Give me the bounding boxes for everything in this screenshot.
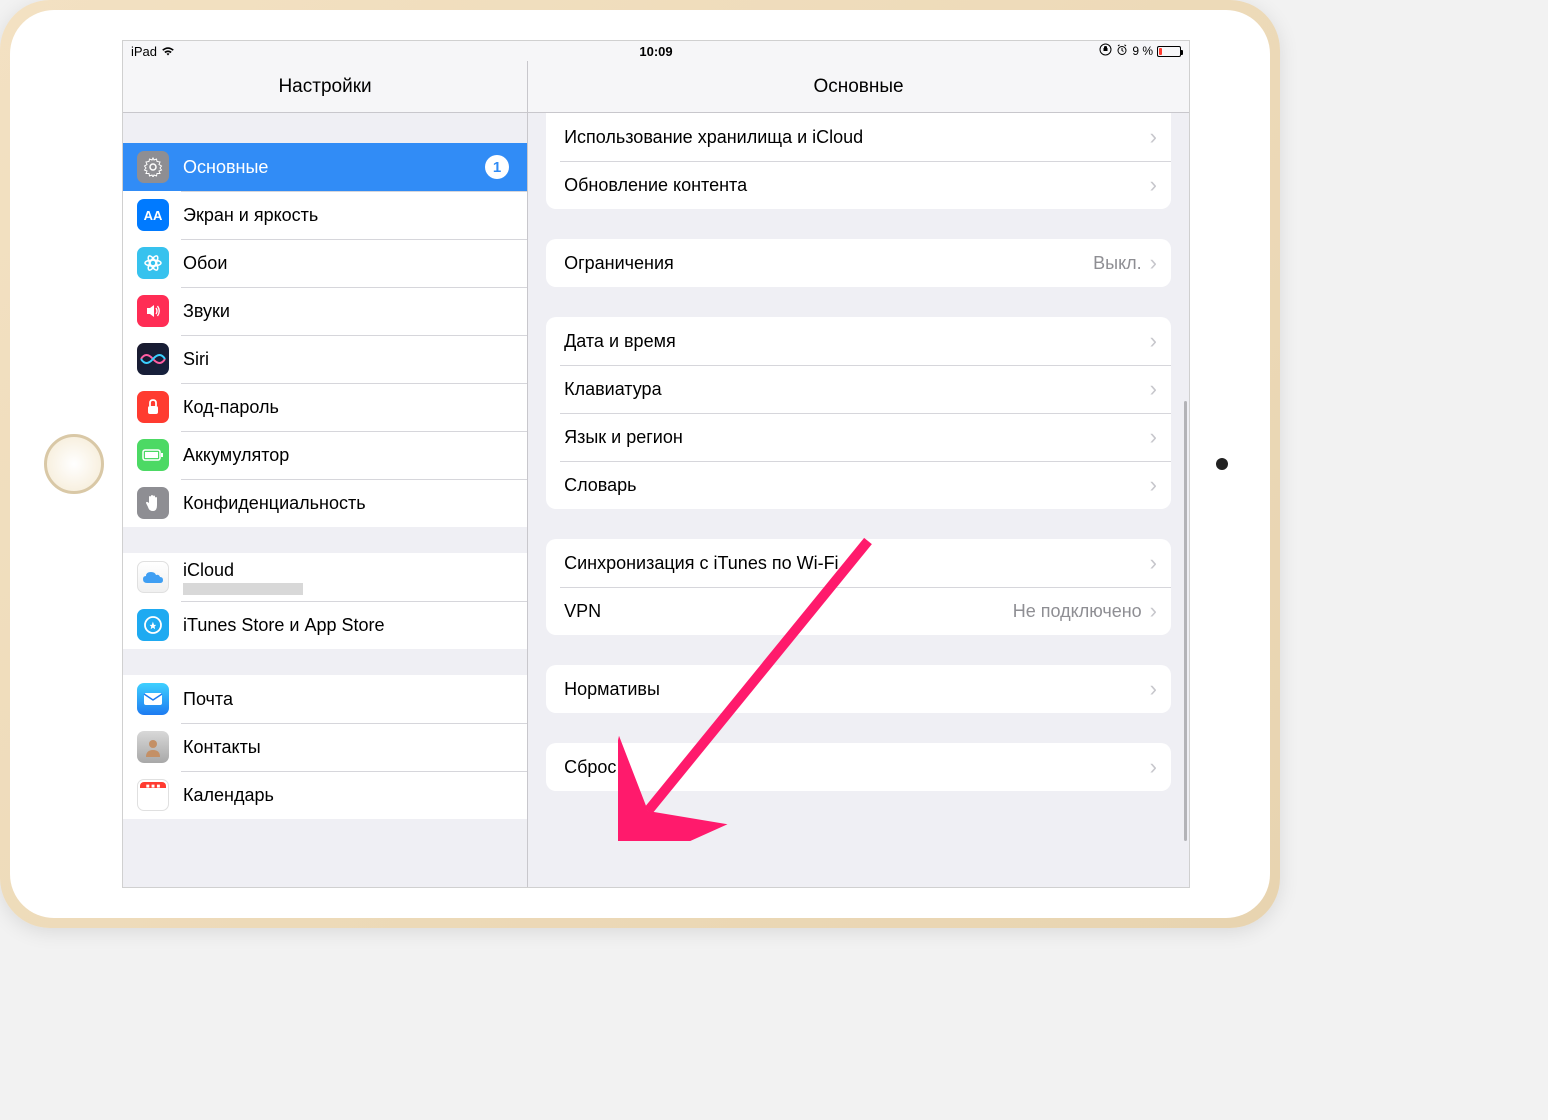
detail-item-value: Не подключено bbox=[1013, 601, 1142, 622]
contacts-icon bbox=[137, 731, 169, 763]
status-bar: iPad 10:09 9 % bbox=[123, 41, 1189, 61]
appstore-icon bbox=[137, 609, 169, 641]
detail-item-language[interactable]: Язык и регион › bbox=[546, 413, 1171, 461]
sidebar-item-general[interactable]: Основные 1 bbox=[123, 143, 527, 191]
detail-item-label: Сброс bbox=[564, 757, 1150, 778]
chevron-right-icon: › bbox=[1150, 600, 1157, 622]
ipad-bezel: iPad 10:09 9 % bbox=[10, 10, 1270, 918]
device-label: iPad bbox=[131, 44, 157, 59]
ipad-frame: iPad 10:09 9 % bbox=[0, 0, 1280, 928]
sidebar-item-label: Siri bbox=[183, 349, 513, 370]
icloud-account-blur bbox=[183, 583, 303, 595]
sidebar-item-label: Код-пароль bbox=[183, 397, 513, 418]
detail-item-reset[interactable]: Сброс › bbox=[546, 743, 1171, 791]
sidebar-item-calendar[interactable]: ■ ■ ■ Календарь bbox=[123, 771, 527, 819]
siri-icon bbox=[137, 343, 169, 375]
cloud-icon bbox=[137, 561, 169, 593]
wallpaper-icon bbox=[137, 247, 169, 279]
detail-item-regulatory[interactable]: Нормативы › bbox=[546, 665, 1171, 713]
sidebar-item-label: iTunes Store и App Store bbox=[183, 615, 513, 636]
sidebar-item-label: Обои bbox=[183, 253, 513, 274]
chevron-right-icon: › bbox=[1150, 330, 1157, 352]
detail-item-label: Дата и время bbox=[564, 331, 1150, 352]
scroll-indicator[interactable] bbox=[1184, 401, 1187, 841]
detail-item-label: Ограничения bbox=[564, 253, 1093, 274]
display-icon: AA bbox=[137, 199, 169, 231]
battery-pct: 9 % bbox=[1132, 44, 1153, 58]
screen: iPad 10:09 9 % bbox=[122, 40, 1190, 888]
detail-item-storage[interactable]: Использование хранилища и iCloud › bbox=[546, 113, 1171, 161]
sidebar-item-label: Конфиденциальность bbox=[183, 493, 513, 514]
sidebar-item-passcode[interactable]: Код-пароль bbox=[123, 383, 527, 431]
detail-item-restrictions[interactable]: Ограничения Выкл. › bbox=[546, 239, 1171, 287]
chevron-right-icon: › bbox=[1150, 378, 1157, 400]
hand-icon bbox=[137, 487, 169, 519]
detail-item-label: Обновление контента bbox=[564, 175, 1150, 196]
sidebar-item-siri[interactable]: Siri bbox=[123, 335, 527, 383]
home-button[interactable] bbox=[44, 434, 104, 494]
sidebar-item-sounds[interactable]: Звуки bbox=[123, 287, 527, 335]
detail-title: Основные bbox=[528, 61, 1189, 113]
front-camera bbox=[1216, 458, 1228, 470]
detail-item-keyboard[interactable]: Клавиатура › bbox=[546, 365, 1171, 413]
sounds-icon bbox=[137, 295, 169, 327]
chevron-right-icon: › bbox=[1150, 174, 1157, 196]
sidebar-item-label: Звуки bbox=[183, 301, 513, 322]
chevron-right-icon: › bbox=[1150, 552, 1157, 574]
sidebar-item-label: Основные bbox=[183, 157, 485, 178]
sidebar-item-label: Почта bbox=[183, 689, 513, 710]
gear-icon bbox=[137, 151, 169, 183]
alarm-icon bbox=[1116, 44, 1128, 59]
detail-item-label: Использование хранилища и iCloud bbox=[564, 127, 1150, 148]
calendar-icon: ■ ■ ■ bbox=[137, 779, 169, 811]
detail-item-dictionary[interactable]: Словарь › bbox=[546, 461, 1171, 509]
detail-item-label: Синхронизация с iTunes по Wi-Fi bbox=[564, 553, 1150, 574]
sidebar-item-contacts[interactable]: Контакты bbox=[123, 723, 527, 771]
sidebar-title: Настройки bbox=[123, 61, 527, 113]
sidebar-item-label: Календарь bbox=[183, 785, 513, 806]
chevron-right-icon: › bbox=[1150, 756, 1157, 778]
detail-item-label: VPN bbox=[564, 601, 1013, 622]
mail-icon bbox=[137, 683, 169, 715]
detail-item-background-refresh[interactable]: Обновление контента › bbox=[546, 161, 1171, 209]
sidebar-item-label: Экран и яркость bbox=[183, 205, 513, 226]
detail-item-vpn[interactable]: VPN Не подключено › bbox=[546, 587, 1171, 635]
detail-item-value: Выкл. bbox=[1093, 253, 1142, 274]
sidebar-item-appstore[interactable]: iTunes Store и App Store bbox=[123, 601, 527, 649]
battery-icon bbox=[137, 439, 169, 471]
sidebar-item-label: Аккумулятор bbox=[183, 445, 513, 466]
lock-icon bbox=[137, 391, 169, 423]
detail-item-label: Словарь bbox=[564, 475, 1150, 496]
sidebar-item-wallpaper[interactable]: Обои bbox=[123, 239, 527, 287]
settings-sidebar[interactable]: Настройки Основные 1 AA Экран и яркость bbox=[123, 61, 528, 887]
detail-pane[interactable]: Основные Использование хранилища и iClou… bbox=[528, 61, 1189, 887]
chevron-right-icon: › bbox=[1150, 126, 1157, 148]
battery-icon bbox=[1157, 46, 1181, 57]
detail-item-datetime[interactable]: Дата и время › bbox=[546, 317, 1171, 365]
chevron-right-icon: › bbox=[1150, 426, 1157, 448]
chevron-right-icon: › bbox=[1150, 474, 1157, 496]
detail-item-label: Нормативы bbox=[564, 679, 1150, 700]
sidebar-item-label: iCloud bbox=[183, 560, 303, 581]
sidebar-item-display[interactable]: AA Экран и яркость bbox=[123, 191, 527, 239]
status-time: 10:09 bbox=[639, 44, 672, 59]
detail-item-itunes-sync[interactable]: Синхронизация с iTunes по Wi-Fi › bbox=[546, 539, 1171, 587]
orientation-lock-icon bbox=[1099, 43, 1112, 59]
notification-badge: 1 bbox=[485, 155, 509, 179]
detail-item-label: Клавиатура bbox=[564, 379, 1150, 400]
sidebar-item-privacy[interactable]: Конфиденциальность bbox=[123, 479, 527, 527]
sidebar-item-mail[interactable]: Почта bbox=[123, 675, 527, 723]
chevron-right-icon: › bbox=[1150, 678, 1157, 700]
sidebar-item-battery[interactable]: Аккумулятор bbox=[123, 431, 527, 479]
sidebar-item-icloud[interactable]: iCloud bbox=[123, 553, 527, 601]
wifi-icon bbox=[161, 44, 175, 59]
chevron-right-icon: › bbox=[1150, 252, 1157, 274]
detail-item-label: Язык и регион bbox=[564, 427, 1150, 448]
sidebar-item-label: Контакты bbox=[183, 737, 513, 758]
